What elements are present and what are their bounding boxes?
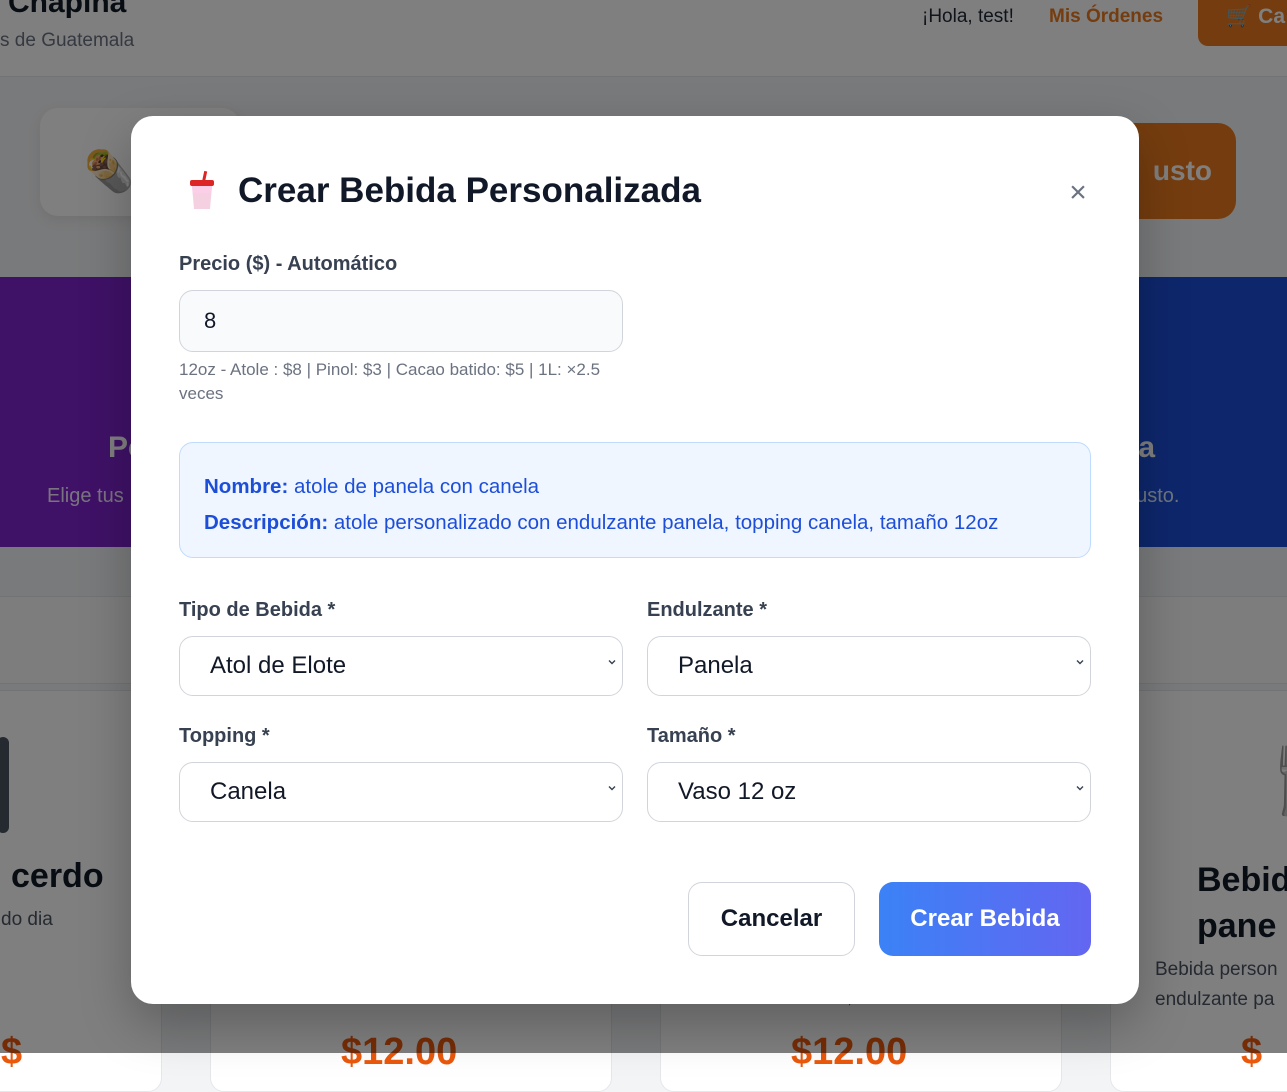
sweetener-select[interactable]: Panela (647, 636, 1091, 696)
cancel-button[interactable]: Cancelar (688, 882, 855, 956)
size-select[interactable]: Vaso 12 oz (647, 762, 1091, 822)
summary-description-row: Descripción: atole personalizado con end… (204, 505, 1090, 541)
size-value: Vaso 12 oz (678, 778, 797, 805)
create-drink-modal: Crear Bebida Personalizada × Precio ($) … (131, 116, 1139, 1004)
create-drink-button[interactable]: Crear Bebida (879, 882, 1091, 956)
summary-description-value: atole personalizado con endulzante panel… (333, 511, 999, 534)
summary-name-row: Nombre: atole de panela con canela (204, 469, 1090, 505)
summary-name-label: Nombre: (204, 475, 289, 498)
price-input[interactable] (179, 290, 623, 352)
drink-type-select[interactable]: Atol de Elote (179, 636, 623, 696)
sweetener-label: Endulzante * (647, 599, 768, 621)
chevron-down-icon (608, 660, 616, 665)
topping-select[interactable]: Canela (179, 762, 623, 822)
topping-value: Canela (210, 778, 287, 805)
chevron-down-icon (1076, 786, 1084, 791)
price-label: Precio ($) - Automático (179, 253, 398, 275)
modal-title: Crear Bebida Personalizada (238, 171, 701, 210)
modal-header: Crear Bebida Personalizada (186, 168, 701, 214)
drink-type-value: Atol de Elote (210, 652, 347, 679)
chevron-down-icon (608, 786, 616, 791)
summary-name-value: atole de panela con canela (294, 475, 540, 498)
price-hint: 12oz - Atole : $8 | Pinol: $3 | Cacao ba… (179, 360, 601, 403)
drink-type-label: Tipo de Bebida * (179, 599, 336, 621)
summary-description-label: Descripción: (204, 511, 329, 534)
drink-summary: Nombre: atole de panela con canela Descr… (179, 442, 1091, 558)
topping-label: Topping * (179, 725, 270, 747)
close-button[interactable]: × (1061, 176, 1095, 210)
close-icon: × (1069, 176, 1087, 209)
cup-with-straw-icon (186, 170, 218, 211)
size-label: Tamaño * (647, 725, 736, 747)
chevron-down-icon (1076, 660, 1084, 665)
sweetener-value: Panela (678, 652, 753, 679)
